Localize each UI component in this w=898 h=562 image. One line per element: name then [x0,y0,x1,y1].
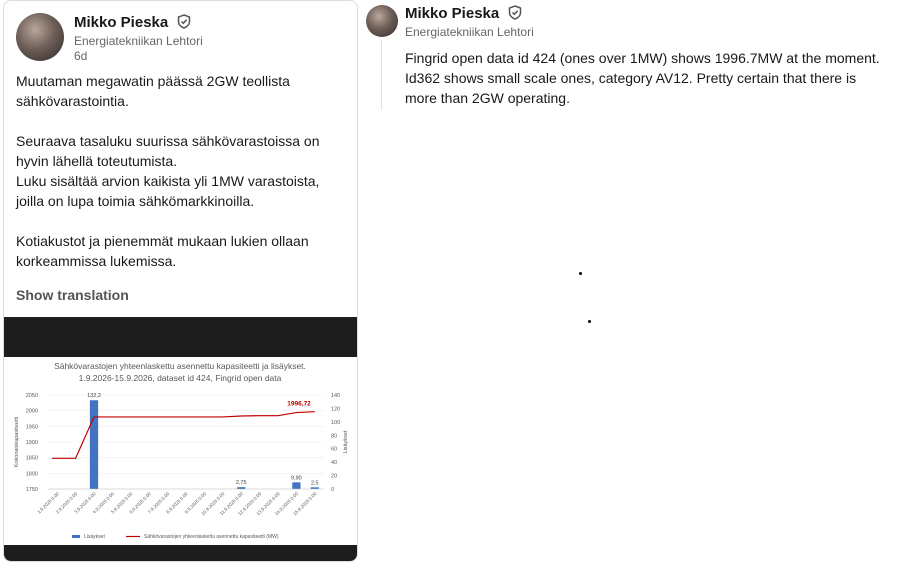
y-tick-label: 1750 [26,487,38,493]
bar [292,482,301,489]
y2-axis-label: Lisäykset [343,430,349,453]
annotation-label: 1996,72 [287,401,311,408]
y2-tick-label: 120 [331,406,340,412]
stray-dot [579,272,582,275]
verified-icon [178,14,191,29]
bar-data-label: 132,2 [87,393,101,399]
post-card: Mikko Pieska Energiatekniikan Lehtori 6d… [3,0,358,562]
thread-line [381,40,382,110]
y-tick-label: 1800 [26,471,38,477]
post-author[interactable]: Mikko Pieska [74,14,191,31]
y-tick-label: 2050 [26,393,38,399]
bar [89,400,99,489]
post-author-name[interactable]: Mikko Pieska [74,14,168,31]
legend-label-line: Sähkövarastojen yhteenlaskettu asennettu… [144,534,279,540]
media-frame-bottom [4,545,357,561]
y-tick-label: 1950 [26,424,38,430]
y-tick-label: 1850 [26,456,38,462]
y2-tick-label: 100 [331,420,340,426]
post-text: Muutaman megawatin päässä 2GW teollista … [16,73,320,269]
y2-tick-label: 20 [331,474,337,480]
media-frame-top [4,317,357,357]
y2-tick-label: 140 [331,393,340,399]
show-translation-button[interactable]: Show translation [16,287,129,303]
stray-dot [588,320,591,323]
y-axis-label: Kokonaiskapasiteetti [14,417,20,467]
bar-data-label: 2,75 [236,480,247,486]
chart-title: Sähkövarastojen yhteenlaskettu asennettu… [54,361,306,371]
y-tick-label: 2000 [26,409,38,415]
comment-text: Fingrid open data id 424 (ones over 1MW)… [405,50,880,106]
post-image-chart[interactable]: Sähkövarastojen yhteenlaskettu asennettu… [4,357,357,545]
chart-title: 1.9.2026-15.9.2026, dataset id 424, Fing… [79,373,282,383]
chart-svg: Sähkövarastojen yhteenlaskettu asennettu… [14,361,349,540]
post-timestamp: 6d [74,49,88,63]
comment-author-name[interactable]: Mikko Pieska [405,5,499,22]
author-avatar[interactable] [16,13,64,61]
legend-swatch-bars [72,535,80,538]
y2-tick-label: 40 [331,460,337,466]
comment-author[interactable]: Mikko Pieska [405,5,522,22]
legend-label-bars: Lisäykset [84,534,105,540]
comment-author-headline: Energiatekniikan Lehtori [405,25,534,39]
y2-tick-label: 0 [331,487,334,493]
bar-data-label: 9,90 [291,475,302,481]
verified-icon [509,5,522,20]
post-author-headline: Energiatekniikan Lehtori [74,34,203,48]
bar-data-label: 2,5 [311,480,319,486]
comment-author-avatar[interactable] [366,5,398,37]
y2-tick-label: 60 [331,447,337,453]
y2-tick-label: 80 [331,433,337,439]
y-tick-label: 1900 [26,440,38,446]
